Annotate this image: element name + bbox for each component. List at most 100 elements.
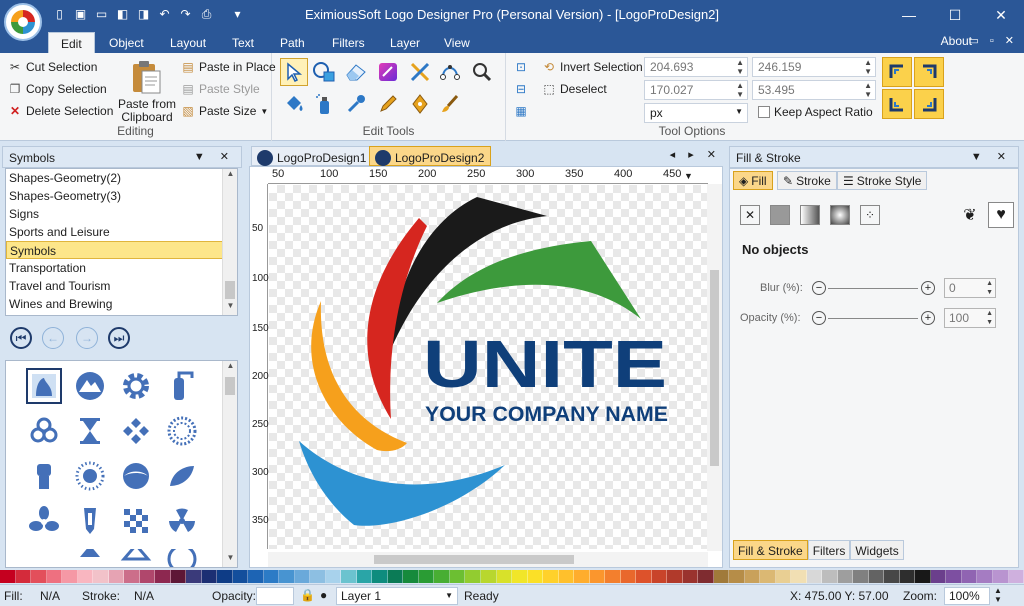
color-swatch[interactable] (558, 570, 575, 583)
partial-symbol-icon[interactable] (118, 549, 154, 567)
color-swatch[interactable] (372, 570, 388, 583)
layer-select[interactable]: Layer 1 ▼ (336, 587, 458, 605)
height-field[interactable]: 53.495 ▲ ▼ (752, 80, 876, 100)
color-swatch[interactable] (124, 570, 140, 583)
eraser-tool[interactable] (342, 58, 370, 86)
lock-icon[interactable]: 🔒 (300, 588, 315, 602)
color-swatch[interactable] (527, 570, 544, 583)
color-swatch[interactable] (806, 570, 823, 583)
tab-stroke[interactable]: ✎ Stroke (777, 171, 837, 190)
gallery-scrollbar[interactable]: ▲ ▼ (222, 361, 237, 567)
scroll-thumb[interactable] (374, 555, 574, 564)
list-item[interactable]: Transportation (6, 259, 237, 277)
delete-selection-button[interactable]: ✕ Delete Selection (8, 104, 113, 118)
select-all-icon[interactable]: ⊡ (514, 60, 528, 74)
color-swatch[interactable] (46, 570, 63, 583)
scroll-thumb[interactable] (710, 270, 719, 466)
diamond-dots-icon[interactable] (118, 413, 154, 449)
last-page-button[interactable]: ⏭ (108, 327, 130, 349)
color-swatch[interactable] (713, 570, 730, 583)
node-tool[interactable] (406, 58, 434, 86)
copy-selection-button[interactable]: ❐ Copy Selection (8, 82, 107, 96)
layer-visibility-icon[interactable]: ● (320, 588, 327, 602)
paste-in-place-button[interactable]: ▤ Paste in Place (181, 60, 275, 74)
minimize-button[interactable]: — (886, 0, 932, 30)
align-top-right-button[interactable] (914, 57, 944, 87)
color-swatch[interactable] (15, 570, 32, 583)
flat-color-button[interactable] (770, 205, 790, 225)
color-swatch[interactable] (170, 570, 187, 583)
width-field[interactable]: 246.159 ▲ ▼ (752, 57, 876, 77)
pen-tool[interactable] (406, 90, 434, 118)
close-button[interactable]: ✕ (978, 0, 1024, 30)
opacity-decrease-button[interactable]: − (812, 311, 826, 325)
unit-select[interactable]: px ▼ (644, 103, 748, 123)
tab-filters[interactable]: Filters (320, 32, 377, 53)
zoom-spinner-icon[interactable]: ▲ ▼ (994, 586, 1002, 604)
list-item[interactable]: Travel and Tourism (6, 277, 237, 295)
scroll-up-icon[interactable]: ▲ (223, 361, 237, 375)
list-item[interactable]: Sports and Leisure (6, 223, 237, 241)
tab-widgets[interactable]: Widgets (850, 540, 904, 560)
color-swatch[interactable] (248, 570, 264, 583)
color-swatch[interactable] (403, 570, 419, 583)
color-swatch[interactable] (853, 570, 869, 583)
invert-selection-button[interactable]: ⟲ Invert Selection (542, 60, 643, 74)
tab-text[interactable]: Text (220, 32, 266, 53)
tab-fill[interactable]: ◈ Fill (733, 171, 773, 190)
blur-decrease-button[interactable]: − (812, 281, 826, 295)
category-list[interactable]: Shapes-Geometry(2) Shapes-Geometry(3) Si… (5, 168, 238, 316)
color-swatch[interactable] (77, 570, 94, 583)
blur-increase-button[interactable]: + (921, 281, 935, 295)
cut-selection-button[interactable]: ✂ Cut Selection (8, 60, 97, 74)
color-swatch[interactable] (294, 570, 311, 583)
color-swatch[interactable] (496, 570, 513, 583)
color-swatch[interactable] (512, 570, 528, 583)
color-swatch[interactable] (837, 570, 854, 583)
color-swatch[interactable] (387, 570, 404, 583)
sun-icon[interactable] (72, 458, 108, 494)
color-swatch[interactable] (946, 570, 962, 583)
tab-layout[interactable]: Layout (158, 32, 218, 53)
color-swatch[interactable] (418, 570, 435, 583)
hourglass-icon[interactable] (72, 413, 108, 449)
mountain-icon[interactable] (72, 368, 108, 404)
color-swatch[interactable] (651, 570, 668, 583)
keep-aspect-ratio-checkbox[interactable]: Keep Aspect Ratio (758, 105, 873, 119)
brush-tool[interactable] (436, 90, 464, 118)
spray-tool[interactable] (310, 90, 338, 118)
tab-edit[interactable]: Edit (48, 32, 95, 53)
tab-filters-panel[interactable]: Filters (807, 540, 851, 560)
tab-object[interactable]: Object (97, 32, 156, 53)
maximize-button[interactable]: ☐ (932, 0, 978, 30)
select-same-icon[interactable]: ⊟ (514, 82, 528, 96)
opacity-status-input[interactable] (256, 587, 294, 605)
award-icon[interactable] (72, 503, 108, 539)
blur-input[interactable]: 0 ▲ ▼ (944, 278, 996, 298)
zoom-input[interactable]: 100% (944, 587, 990, 605)
eye-icon[interactable] (118, 458, 154, 494)
color-swatch[interactable] (977, 570, 993, 583)
nonzero-fill-icon[interactable]: ♥ (988, 202, 1014, 228)
list-item-selected[interactable]: Symbols (6, 241, 237, 259)
pattern-button[interactable]: ⁘ (860, 205, 880, 225)
align-bottom-left-button[interactable] (882, 89, 912, 119)
color-swatch[interactable] (993, 570, 1009, 583)
color-swatch[interactable] (155, 570, 171, 583)
color-swatch[interactable] (698, 570, 714, 583)
gear-icon[interactable] (118, 368, 154, 404)
radiation-icon[interactable] (164, 503, 200, 539)
app-menu-button[interactable] (4, 3, 42, 41)
color-swatch[interactable] (744, 570, 761, 583)
list-item[interactable]: Shapes-Geometry(2) (6, 169, 237, 187)
color-swatch[interactable] (465, 570, 481, 583)
fill-bucket-tool[interactable] (280, 90, 308, 118)
paste-from-clipboard-button[interactable]: Paste from Clipboard (114, 57, 180, 124)
color-swatch[interactable] (791, 570, 807, 583)
scroll-thumb[interactable] (225, 377, 235, 395)
ribbon-window-controls[interactable]: ▭ ▫ ✕ (968, 34, 1018, 47)
artboard[interactable]: UNITE YOUR COMPANY NAME (269, 185, 707, 549)
align-bottom-right-button[interactable] (914, 89, 944, 119)
circle-dots-icon[interactable] (164, 413, 200, 449)
dropper-tool[interactable] (342, 90, 370, 118)
